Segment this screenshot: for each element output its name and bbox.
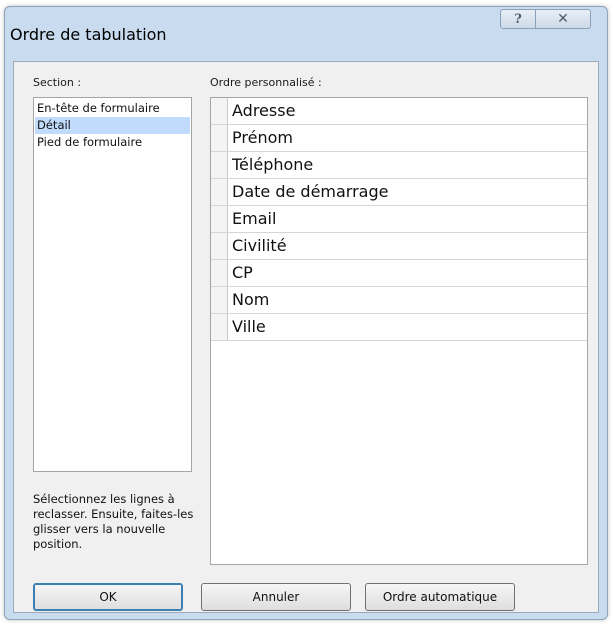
row-selector[interactable] (211, 98, 228, 124)
section-label: Section : (33, 76, 82, 89)
order-row-label: Prénom (232, 128, 293, 147)
row-selector[interactable] (211, 260, 228, 286)
auto-order-button[interactable]: Ordre automatique (365, 583, 515, 611)
ok-button[interactable]: OK (33, 583, 183, 611)
help-icon: ? (514, 11, 522, 27)
order-row-label: Nom (232, 290, 270, 309)
help-button[interactable]: ? (500, 9, 536, 29)
order-row[interactable]: Date de démarrage (211, 179, 587, 206)
row-selector[interactable] (211, 125, 228, 151)
order-row-label: Civilité (232, 236, 287, 255)
instructions-text: Sélectionnez les lignes à reclasser. Ens… (33, 492, 194, 551)
custom-order-list[interactable]: Adresse Prénom Téléphone Date de démarra… (210, 97, 588, 565)
order-row[interactable]: Nom (211, 287, 587, 314)
close-button[interactable]: ✕ (535, 9, 591, 29)
dialog-title: Ordre de tabulation (10, 25, 167, 44)
order-row[interactable]: Civilité (211, 233, 587, 260)
section-list[interactable]: En-tête de formulaire Détail Pied de for… (33, 97, 192, 472)
order-row-label: Téléphone (232, 155, 314, 174)
row-selector[interactable] (211, 314, 228, 340)
close-icon: ✕ (557, 11, 569, 27)
order-row[interactable]: Email (211, 206, 587, 233)
custom-order-label: Ordre personnalisé : (210, 76, 322, 89)
order-row[interactable]: Adresse (211, 98, 587, 125)
order-row[interactable]: Téléphone (211, 152, 587, 179)
order-row[interactable]: Ville (211, 314, 587, 341)
section-item-detail[interactable]: Détail (35, 117, 190, 134)
order-row-label: Adresse (232, 101, 296, 120)
order-row-label: Ville (232, 317, 266, 336)
row-selector[interactable] (211, 287, 228, 313)
order-row-label: Date de démarrage (232, 182, 389, 201)
order-row-label: CP (232, 263, 253, 282)
order-row-label: Email (232, 209, 277, 228)
row-selector[interactable] (211, 233, 228, 259)
section-item-form-footer[interactable]: Pied de formulaire (35, 134, 190, 151)
row-selector[interactable] (211, 152, 228, 178)
dialog-body: Section : Ordre personnalisé : En-tête d… (13, 61, 599, 613)
title-bar[interactable]: Ordre de tabulation ? ✕ (5, 7, 607, 61)
tab-order-dialog: Ordre de tabulation ? ✕ Section : Ordre … (4, 6, 608, 620)
section-item-form-header[interactable]: En-tête de formulaire (35, 100, 190, 117)
row-selector[interactable] (211, 179, 228, 205)
cancel-button[interactable]: Annuler (201, 583, 351, 611)
order-row[interactable]: Prénom (211, 125, 587, 152)
order-row[interactable]: CP (211, 260, 587, 287)
row-selector[interactable] (211, 206, 228, 232)
